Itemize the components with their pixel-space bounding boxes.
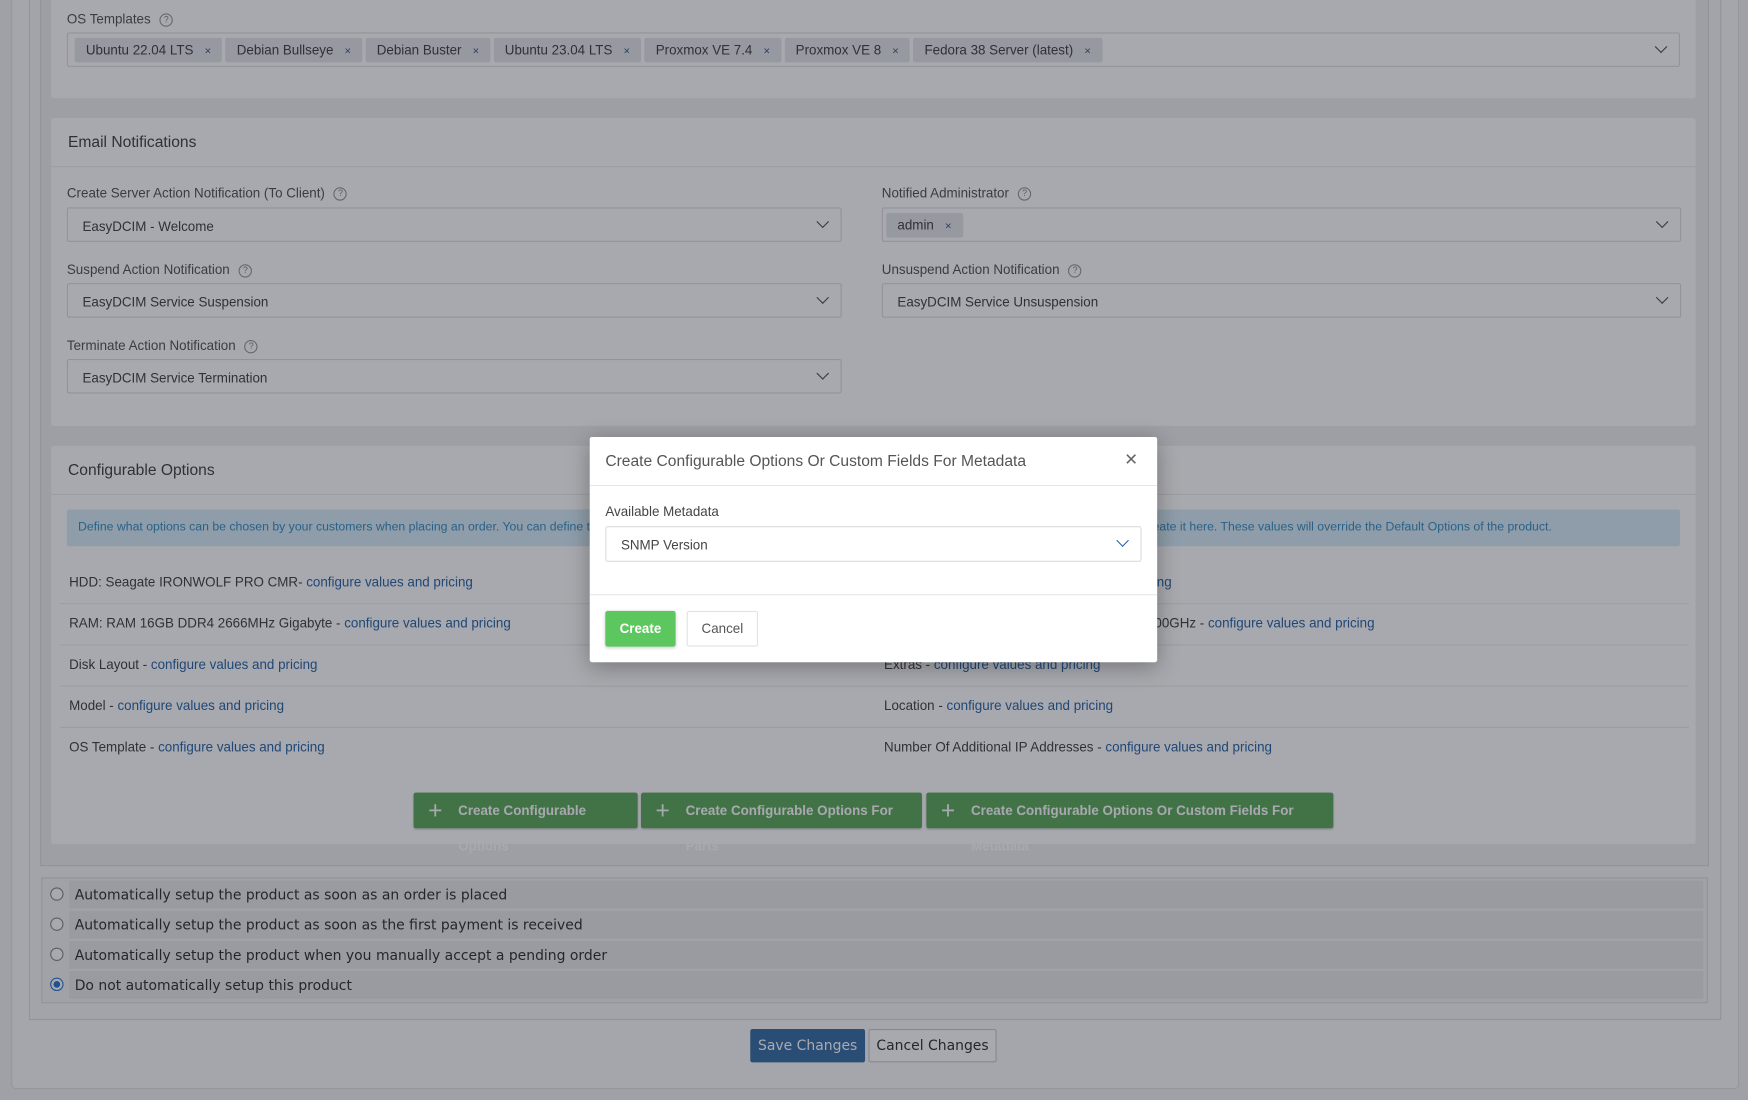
- cancel-button[interactable]: Cancel: [686, 610, 759, 647]
- create-button[interactable]: Create: [605, 610, 676, 647]
- modal-title: Create Configurable Options Or Custom Fi…: [605, 451, 1027, 470]
- available-metadata-select[interactable]: SNMP Version: [605, 526, 1142, 562]
- close-icon[interactable]: ✕: [1124, 449, 1138, 469]
- chevron-down-icon: [1116, 534, 1129, 547]
- available-metadata-label: Available Metadata: [605, 503, 719, 520]
- divider: [589, 594, 1158, 596]
- create-metadata-modal: Create Configurable Options Or Custom Fi…: [589, 437, 1158, 663]
